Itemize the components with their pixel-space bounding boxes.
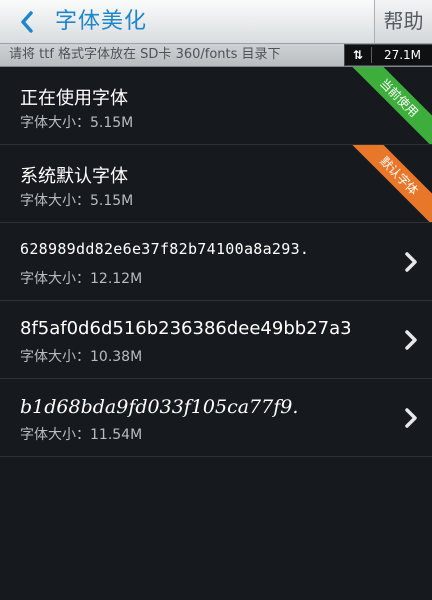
font-size: 字体大小：5.15M	[20, 193, 134, 209]
title-bar: 字体美化 帮助	[0, 0, 432, 44]
default-badge: 默认字体	[345, 145, 432, 222]
font-size: 字体大小：12.12M	[20, 271, 143, 287]
font-name: 8f5af0d6d516b236386dee49bb27a31.	[20, 318, 350, 339]
font-size: 字体大小：11.54M	[20, 427, 143, 443]
network-speed: 27.1M	[383, 48, 422, 62]
help-button[interactable]: 帮助	[374, 0, 432, 43]
page-title: 字体美化	[55, 9, 148, 34]
font-name: 628989dd82e6e37f82b74100a8a293.	[20, 240, 310, 258]
font-name: 系统默认字体	[20, 166, 128, 187]
up-down-arrows-icon: ⇅	[352, 48, 364, 62]
list-item-current-font[interactable]: 正在使用字体 字体大小：5.15M 当前使用	[0, 67, 432, 145]
font-name: 正在使用字体	[20, 88, 128, 109]
chevron-right-icon	[405, 408, 417, 428]
font-size: 字体大小：5.15M	[20, 115, 134, 131]
list-item-default-font[interactable]: 系统默认字体 字体大小：5.15M 默认字体	[0, 145, 432, 223]
chevron-right-icon	[405, 330, 417, 350]
info-tip: 请将 ttf 格式字体放在 SD卡 360/fonts 目录下	[9, 47, 281, 62]
chevron-left-icon	[21, 10, 33, 33]
font-list: 正在使用字体 字体大小：5.15M 当前使用 系统默认字体 字体大小：5.15M…	[0, 67, 432, 457]
list-item-font[interactable]: 8f5af0d6d516b236386dee49bb27a31. 字体大小：10…	[0, 301, 432, 379]
network-speed-widget: ⇅ 27.1M	[344, 44, 432, 66]
back-button[interactable]	[10, 0, 44, 43]
current-badge: 当前使用	[345, 67, 432, 144]
font-name: b1d68bda9fd033f105ca77f9.	[20, 396, 299, 418]
list-item-font[interactable]: 628989dd82e6e37f82b74100a8a293. 字体大小：12.…	[0, 223, 432, 301]
font-size: 字体大小：10.38M	[20, 349, 143, 365]
list-item-font[interactable]: b1d68bda9fd033f105ca77f9. 字体大小：11.54M	[0, 379, 432, 457]
chevron-right-icon	[405, 252, 417, 272]
